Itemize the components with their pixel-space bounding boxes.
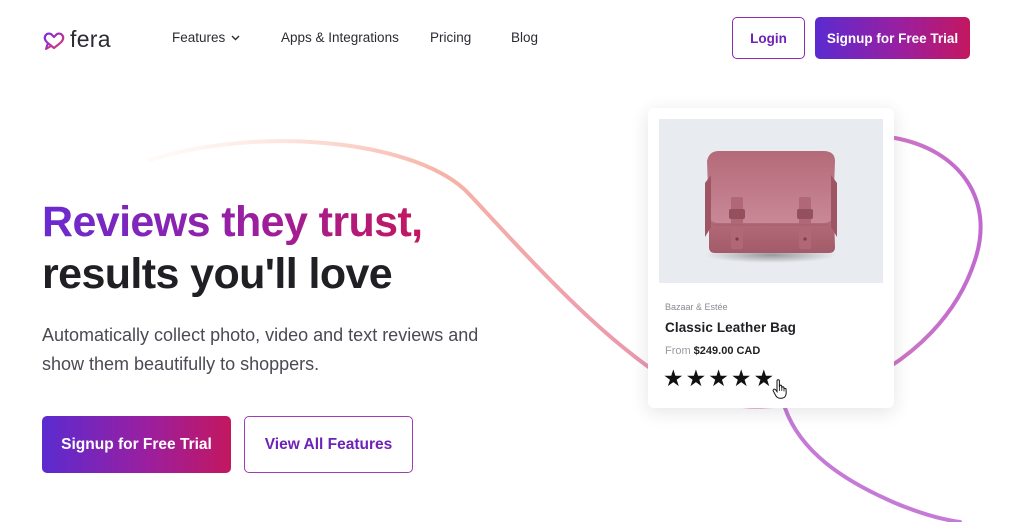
hero-headline: Reviews they trust, results you'll love [42,196,423,300]
hand-pointer-icon [772,379,787,399]
heart-chat-icon [43,31,65,50]
signup-button[interactable]: Signup for Free Trial [815,17,970,59]
fera-logo[interactable]: fera [42,26,111,53]
view-all-features-button[interactable]: View All Features [244,416,413,473]
top-navigation: fera Features Apps & Integrations Pricin… [0,0,1024,78]
star-icon[interactable]: ★ [708,366,729,392]
product-brand: Bazaar & Estée [665,302,728,312]
product-price: From $249.00 CAD [665,345,760,357]
nav-item-label: Blog [511,30,539,45]
logo-text: fera [70,26,111,52]
star-icon[interactable]: ★ [663,366,684,392]
nav-item-label: Apps & Integrations [281,30,399,45]
nav-item-blog[interactable]: Blog [511,30,538,45]
headline-line-1: Reviews they trust, [42,198,423,246]
nav-item-label: Pricing [430,30,472,45]
product-title[interactable]: Classic Leather Bag [665,320,796,335]
nav-item-label: Features [172,30,226,45]
chevron-down-icon [231,35,240,40]
nav-item-features[interactable]: Features [172,30,240,45]
hero-subtext: Automatically collect photo, video and t… [42,325,479,374]
price-amount: $249.00 CAD [693,345,761,357]
leather-bag-image [705,151,837,263]
star-rating[interactable]: ★ ★ ★ ★ ★ [663,366,774,392]
star-icon[interactable]: ★ [731,366,752,392]
login-button[interactable]: Login [732,17,805,59]
product-review-card: Bazaar & Estée Classic Leather Bag From $… [648,108,894,408]
nav-item-pricing[interactable]: Pricing [430,30,471,45]
star-icon[interactable]: ★ [686,366,707,392]
headline-line-2: results you'll love [42,250,393,298]
hero-signup-button[interactable]: Signup for Free Trial [42,416,231,473]
nav-item-apps-integrations[interactable]: Apps & Integrations [281,30,399,45]
product-image [659,119,883,283]
price-prefix: From [665,345,691,357]
